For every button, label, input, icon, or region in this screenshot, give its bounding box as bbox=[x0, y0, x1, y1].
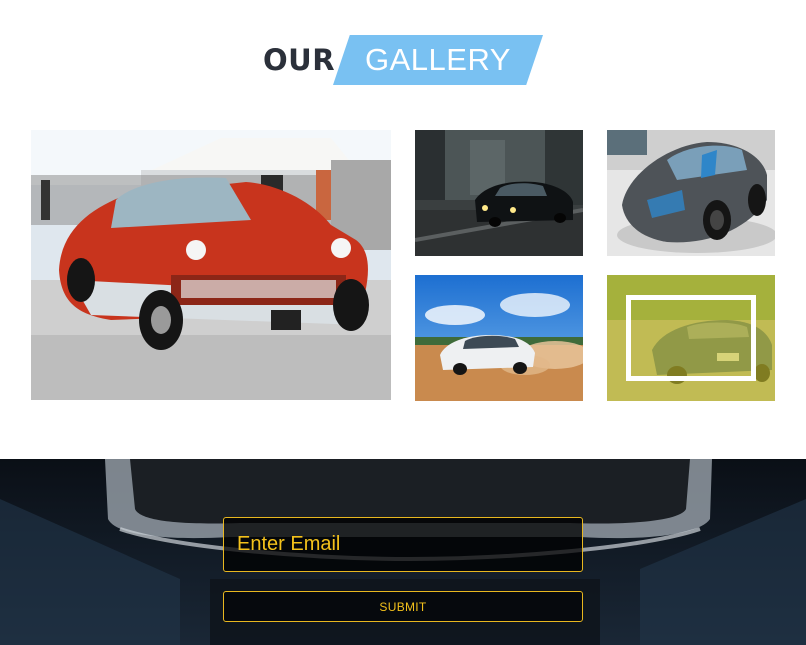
gallery-image-white-car-dirt[interactable] bbox=[415, 275, 583, 401]
grey-sports-car-photo bbox=[607, 130, 775, 256]
email-input[interactable] bbox=[223, 517, 583, 572]
gallery-image-grey-sports-car[interactable] bbox=[607, 130, 775, 256]
gallery-image-black-sedan[interactable] bbox=[415, 130, 583, 256]
gallery-image-blue-sports-car[interactable] bbox=[607, 275, 775, 401]
heading-highlight: GALLERY bbox=[365, 42, 511, 77]
gallery-image-classic-red-car[interactable] bbox=[31, 130, 391, 400]
heading-prefix: OUR bbox=[263, 43, 336, 77]
hover-frame bbox=[626, 295, 756, 381]
black-sedan-photo bbox=[415, 130, 583, 256]
gallery-heading: OUR GALLERY bbox=[0, 35, 806, 85]
submit-button[interactable]: SUBMIT bbox=[223, 591, 583, 622]
white-car-dirt-photo bbox=[415, 275, 583, 401]
classic-red-car-photo bbox=[31, 130, 391, 400]
